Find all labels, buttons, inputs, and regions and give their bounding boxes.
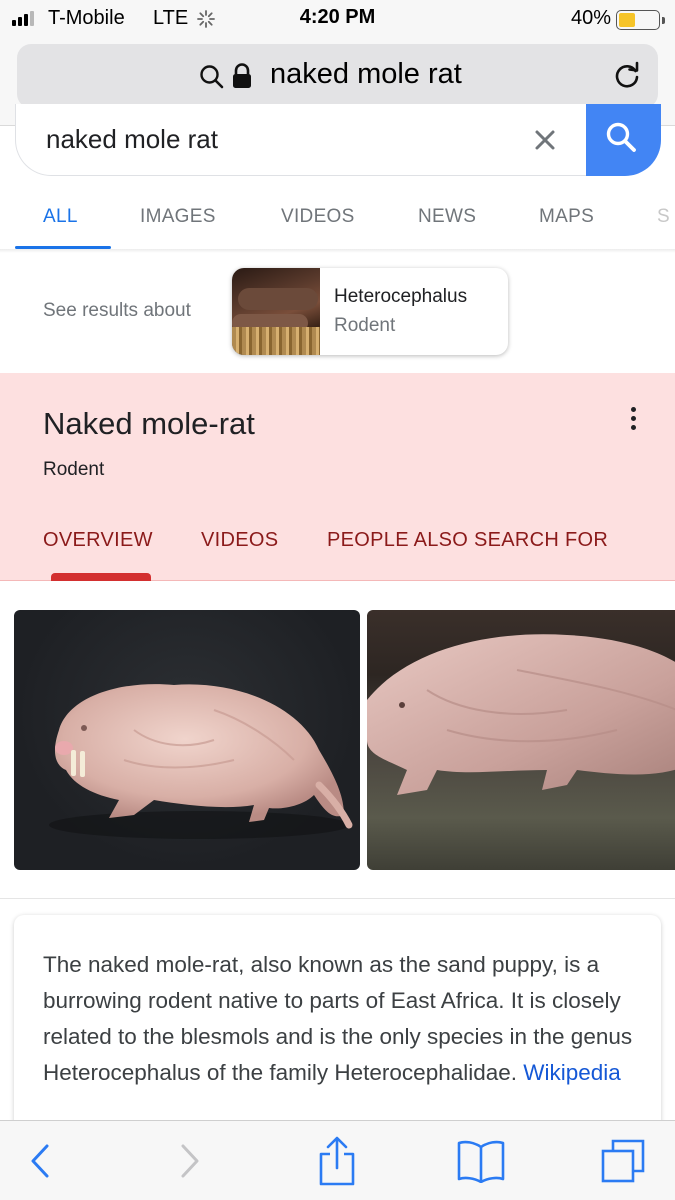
knowledge-panel-header: Naked mole-rat Rodent OVERVIEW VIDEOS PE… <box>0 373 675 581</box>
url-text[interactable]: naked mole rat <box>270 58 462 91</box>
entity-chip-heterocephalus[interactable]: Heterocephalus Rodent <box>232 268 508 355</box>
share-button[interactable] <box>302 1121 372 1200</box>
battery-percent: 40% <box>570 7 611 29</box>
tabs-icon <box>601 1139 645 1183</box>
lock-icon <box>233 63 251 88</box>
search-tabs: ALL IMAGES VIDEOS NEWS MAPS S <box>0 190 675 250</box>
search-icon <box>606 122 636 152</box>
search-button[interactable] <box>586 104 661 176</box>
tab-maps[interactable]: MAPS <box>539 206 594 228</box>
back-button[interactable] <box>5 1121 75 1200</box>
tabs-divider <box>0 249 675 253</box>
search-icon <box>200 65 224 89</box>
naked-mole-rat-image-2[interactable] <box>367 610 675 870</box>
address-bar[interactable]: naked mole rat <box>17 44 658 108</box>
kp-tab-videos[interactable]: VIDEOS <box>201 529 278 552</box>
knowledge-panel-title: Naked mole-rat <box>43 406 255 441</box>
bookmarks-button[interactable] <box>446 1121 516 1200</box>
share-icon <box>319 1136 355 1186</box>
bookmarks-icon <box>457 1140 505 1183</box>
kp-tab-people-also-search[interactable]: PEOPLE ALSO SEARCH FOR <box>327 529 608 552</box>
tabs-button[interactable] <box>588 1121 658 1200</box>
wikipedia-link[interactable]: Wikipedia <box>523 1060 621 1085</box>
clear-search-icon[interactable] <box>534 129 556 151</box>
search-input[interactable]: naked mole rat <box>46 124 218 155</box>
forward-button[interactable] <box>155 1121 225 1200</box>
kp-tab-overview[interactable]: OVERVIEW <box>43 529 153 552</box>
mole-rat-closeup-illustration <box>367 634 675 795</box>
mole-rat-illustration <box>49 684 353 839</box>
section-divider <box>0 898 675 899</box>
tab-videos[interactable]: VIDEOS <box>281 206 355 228</box>
description-text: The naked mole-rat, also known as the sa… <box>43 947 643 1091</box>
kp-active-tab-indicator <box>51 573 151 581</box>
more-options-icon[interactable] <box>626 407 640 433</box>
status-bar: T-Mobile LTE 4:20 PM 40% <box>0 0 675 38</box>
reload-icon[interactable] <box>611 60 643 92</box>
entity-name: Heterocephalus <box>334 286 468 307</box>
entity-thumbnail <box>232 268 320 355</box>
knowledge-panel-subtitle: Rodent <box>43 459 105 480</box>
google-search-box: naked mole rat <box>15 104 661 176</box>
browser-toolbar <box>0 1120 675 1200</box>
entity-type: Rodent <box>334 315 396 336</box>
tab-all[interactable]: ALL <box>43 206 78 228</box>
battery-icon <box>616 10 665 30</box>
naked-mole-rat-image-1[interactable] <box>14 610 360 870</box>
back-icon <box>31 1144 49 1178</box>
forward-icon <box>181 1144 199 1178</box>
see-results-label: See results about <box>43 300 191 321</box>
tab-images[interactable]: IMAGES <box>140 206 216 228</box>
tab-shopping[interactable]: S <box>657 206 670 228</box>
tab-news[interactable]: NEWS <box>418 206 476 228</box>
